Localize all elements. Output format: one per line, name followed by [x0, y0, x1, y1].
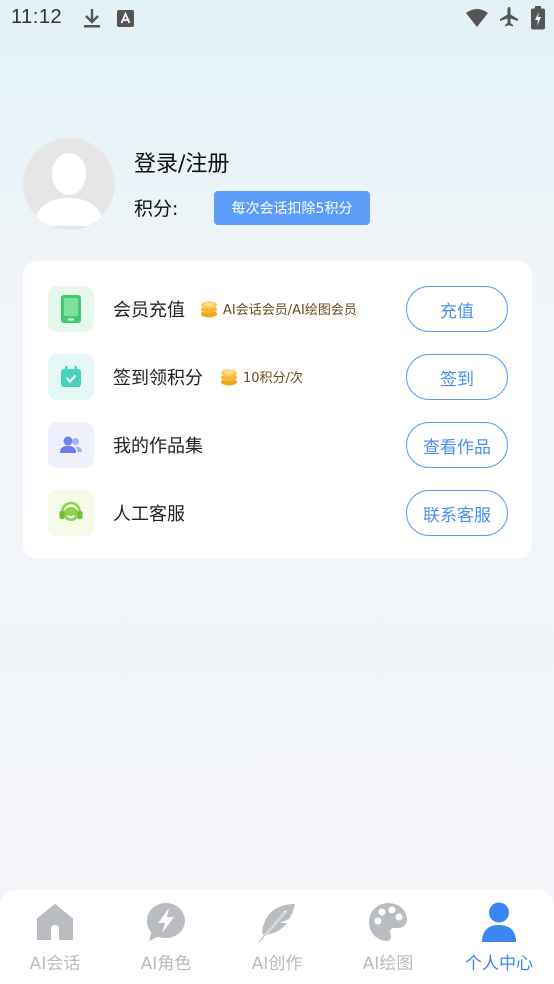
tab-label: AI创作	[251, 954, 303, 974]
avatar[interactable]	[23, 138, 115, 230]
tab-label: AI会话	[29, 954, 81, 974]
tab-profile[interactable]: 个人中心	[444, 889, 554, 984]
status-bar: 11:12	[0, 0, 554, 38]
phone-icon	[48, 286, 94, 332]
view-works-button[interactable]: 查看作品	[406, 422, 508, 468]
support-label: 人工客服	[113, 504, 185, 525]
checkin-note: 10积分/次	[243, 371, 303, 386]
points-info-badge: 每次会话扣除5积分	[214, 191, 370, 225]
home-icon	[33, 900, 77, 944]
bolt-chat-icon	[144, 900, 188, 944]
palette-icon	[366, 900, 410, 944]
battery-icon	[531, 6, 545, 34]
keyboard-a-icon	[117, 10, 134, 31]
menu-row-portfolio[interactable]: 我的作品集 查看作品	[23, 415, 532, 475]
points-label: 积分:	[134, 198, 179, 220]
tab-ai-create[interactable]: AI创作	[222, 889, 332, 984]
tab-ai-draw[interactable]: AI绘图	[333, 889, 443, 984]
tab-label: 个人中心	[465, 954, 533, 974]
membership-note: AI会话会员/AI绘图会员	[223, 303, 357, 318]
login-register-link[interactable]: 登录/注册	[134, 146, 229, 178]
status-time: 11:12	[11, 6, 63, 28]
tab-ai-role[interactable]: AI角色	[111, 889, 221, 984]
membership-label: 会员充值	[113, 300, 185, 321]
menu-card: 会员充值 AI会话会员/AI绘图会员 充值 签到领积分 10积分/次 签到 我的…	[23, 261, 532, 559]
checkin-label: 签到领积分	[113, 368, 203, 389]
tab-label: AI绘图	[362, 954, 414, 974]
tab-ai-chat[interactable]: AI会话	[0, 889, 110, 984]
menu-row-support[interactable]: 人工客服 联系客服	[23, 483, 532, 543]
calendar-icon	[48, 354, 94, 400]
person-icon	[477, 900, 521, 944]
coins-icon	[219, 367, 239, 387]
bottom-tab-bar: AI会话 AI角色 AI创作 AI绘图 个人中心	[0, 889, 554, 984]
portfolio-label: 我的作品集	[113, 436, 203, 457]
airplane-icon	[498, 6, 520, 32]
menu-row-checkin[interactable]: 签到领积分 10积分/次 签到	[23, 347, 532, 407]
tab-label: AI角色	[140, 954, 192, 974]
recharge-button[interactable]: 充值	[406, 286, 508, 332]
checkin-button[interactable]: 签到	[406, 354, 508, 400]
users-icon	[48, 422, 94, 468]
wifi-icon	[465, 8, 489, 32]
coins-icon	[199, 299, 219, 319]
feather-icon	[255, 900, 299, 944]
contact-support-button[interactable]: 联系客服	[406, 490, 508, 536]
menu-row-membership[interactable]: 会员充值 AI会话会员/AI绘图会员 充值	[23, 279, 532, 339]
headset-icon	[48, 490, 94, 536]
avatar-placeholder-icon	[33, 153, 105, 226]
download-icon	[82, 7, 102, 33]
